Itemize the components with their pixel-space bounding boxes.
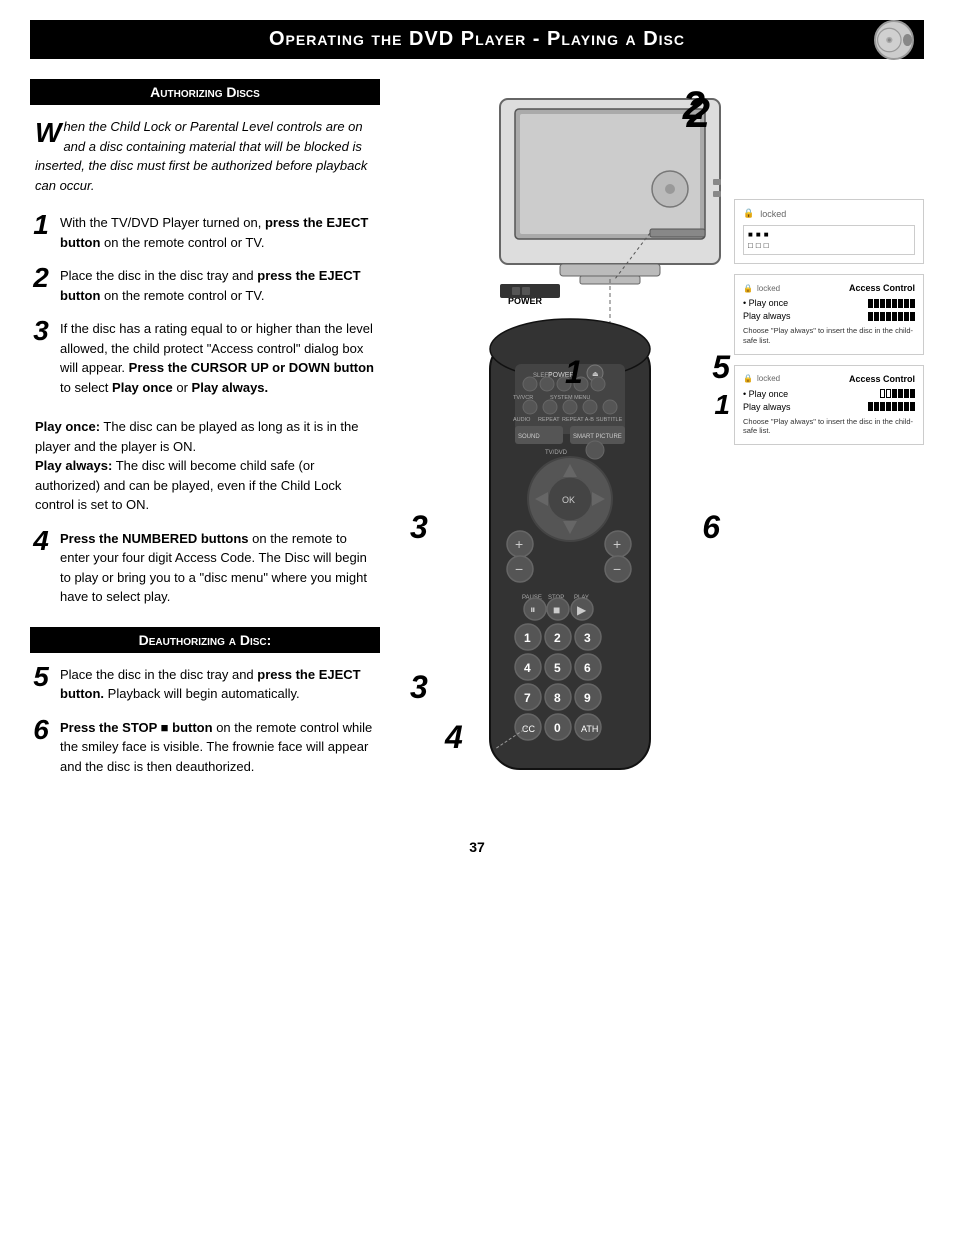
side-panels: 🔒 locked ■■■ □□□: [734, 199, 924, 445]
access-panel-2: 🔒 locked Access Control • Play once: [734, 274, 924, 355]
lock-icon-3: 🔒: [743, 374, 753, 383]
page: Operating the DVD Player - Playing a Dis…: [0, 0, 954, 1235]
deauthorizing-steps: 5 Place the disc in the disc tray and pr…: [30, 665, 380, 777]
illustration-container: 2 5 1 1 3 6 3 4: [400, 79, 740, 809]
deauthorizing-header: Deauthorizing a Disc:: [30, 627, 380, 653]
svg-text:SMART PICTURE: SMART PICTURE: [573, 434, 622, 440]
svg-text:1: 1: [524, 631, 531, 645]
svg-text:SOUND: SOUND: [518, 434, 540, 440]
step-1-number: 1: [30, 211, 52, 239]
step-3-text: If the disc has a rating equal to or hig…: [60, 319, 380, 397]
lock-icon-2: 🔒: [743, 284, 753, 293]
svg-text:REPEAT: REPEAT: [538, 417, 560, 423]
access-panel-3: 🔒 locked Access Control • Play once: [734, 365, 924, 446]
svg-text:6: 6: [584, 661, 591, 675]
step-5: 5 Place the disc in the disc tray and pr…: [30, 665, 380, 704]
svg-text:7: 7: [524, 691, 531, 705]
access-control-title-3: Access Control: [849, 374, 915, 384]
label-1-top: 1: [714, 389, 730, 421]
svg-text:⏸: ⏸: [530, 604, 536, 616]
step-2-text: Place the disc in the disc tray and pres…: [60, 266, 380, 305]
step-6-number: 6: [30, 716, 52, 744]
svg-text:REPEAT A-B: REPEAT A-B: [562, 417, 594, 423]
step-1: 1 With the TV/DVD Player turned on, pres…: [30, 213, 380, 252]
intro-paragraph: When the Child Lock or Parental Level co…: [30, 117, 380, 195]
svg-text:2: 2: [554, 631, 561, 645]
disc-icon: [874, 20, 914, 60]
svg-text:−: −: [515, 561, 523, 577]
svg-text:8: 8: [554, 691, 561, 705]
label-6: 6: [702, 509, 720, 546]
svg-text:SUBTITLE: SUBTITLE: [596, 417, 623, 423]
step-4-number: 4: [30, 527, 52, 555]
drop-cap-w: W: [35, 119, 61, 147]
step4-list: 4 Press the NUMBERED buttons on the remo…: [30, 529, 380, 607]
step-3: 3 If the disc has a rating equal to or h…: [30, 319, 380, 397]
svg-text:0: 0: [554, 721, 561, 735]
panel-3-note: Choose "Play always" to insert the disc …: [743, 417, 915, 437]
right-column: 2 5 1 1 3 6 3 4: [400, 79, 924, 809]
label-4: 4: [445, 719, 463, 756]
label-3-left: 3: [410, 509, 428, 546]
label-1: 1: [565, 354, 583, 391]
svg-text:+: +: [515, 536, 523, 552]
svg-text:3: 3: [584, 631, 591, 645]
lock-icon-1: 🔒: [743, 208, 754, 219]
access-control-title-2: Access Control: [849, 283, 915, 293]
step-2-number: 2: [30, 264, 52, 292]
main-content: Authorizing Discs When the Child Lock or…: [30, 79, 924, 809]
label-5: 5: [712, 349, 730, 386]
svg-text:4: 4: [524, 661, 531, 675]
step-4-text: Press the NUMBERED buttons on the remote…: [60, 529, 380, 607]
step-6: 6 Press the STOP ■ button on the remote …: [30, 718, 380, 777]
label-2: 2: [687, 89, 710, 137]
left-column: Authorizing Discs When the Child Lock or…: [30, 79, 380, 809]
step-4: 4 Press the NUMBERED buttons on the remo…: [30, 529, 380, 607]
step-3-number: 3: [30, 317, 52, 345]
step-1-text: With the TV/DVD Player turned on, press …: [60, 213, 380, 252]
page-title: Operating the DVD Player - Playing a Dis…: [50, 28, 904, 51]
authorizing-header: Authorizing Discs: [30, 79, 380, 105]
svg-text:■: ■: [553, 603, 560, 617]
svg-text:+: +: [613, 536, 621, 552]
svg-text:TV/DVD: TV/DVD: [545, 450, 568, 456]
svg-text:▶: ▶: [577, 603, 587, 617]
svg-text:−: −: [613, 561, 621, 577]
svg-text:ATH: ATH: [581, 724, 598, 734]
svg-text:9: 9: [584, 691, 591, 705]
page-footer: 37: [30, 839, 924, 855]
step-5-number: 5: [30, 663, 52, 691]
step-2: 2 Place the disc in the disc tray and pr…: [30, 266, 380, 305]
step-6-text: Press the STOP ■ button on the remote co…: [60, 718, 380, 777]
svg-text:5: 5: [554, 661, 561, 675]
play-notes: Play once: The disc can be played as lon…: [30, 417, 380, 515]
svg-text:OK: OK: [562, 495, 575, 505]
access-panel-1: 🔒 locked ■■■ □□□: [734, 199, 924, 264]
svg-text:AUDIO: AUDIO: [513, 417, 531, 423]
svg-text:CC: CC: [522, 724, 535, 734]
label-3-bottom: 3: [410, 669, 428, 706]
page-number: 37: [469, 839, 485, 855]
step-5-text: Place the disc in the disc tray and pres…: [60, 665, 380, 704]
main-illustration: POWER POWER: [400, 79, 740, 809]
authorizing-steps: 1 With the TV/DVD Player turned on, pres…: [30, 213, 380, 397]
page-header: Operating the DVD Player - Playing a Dis…: [30, 20, 924, 59]
panel-2-note: Choose "Play always" to insert the disc …: [743, 326, 915, 346]
